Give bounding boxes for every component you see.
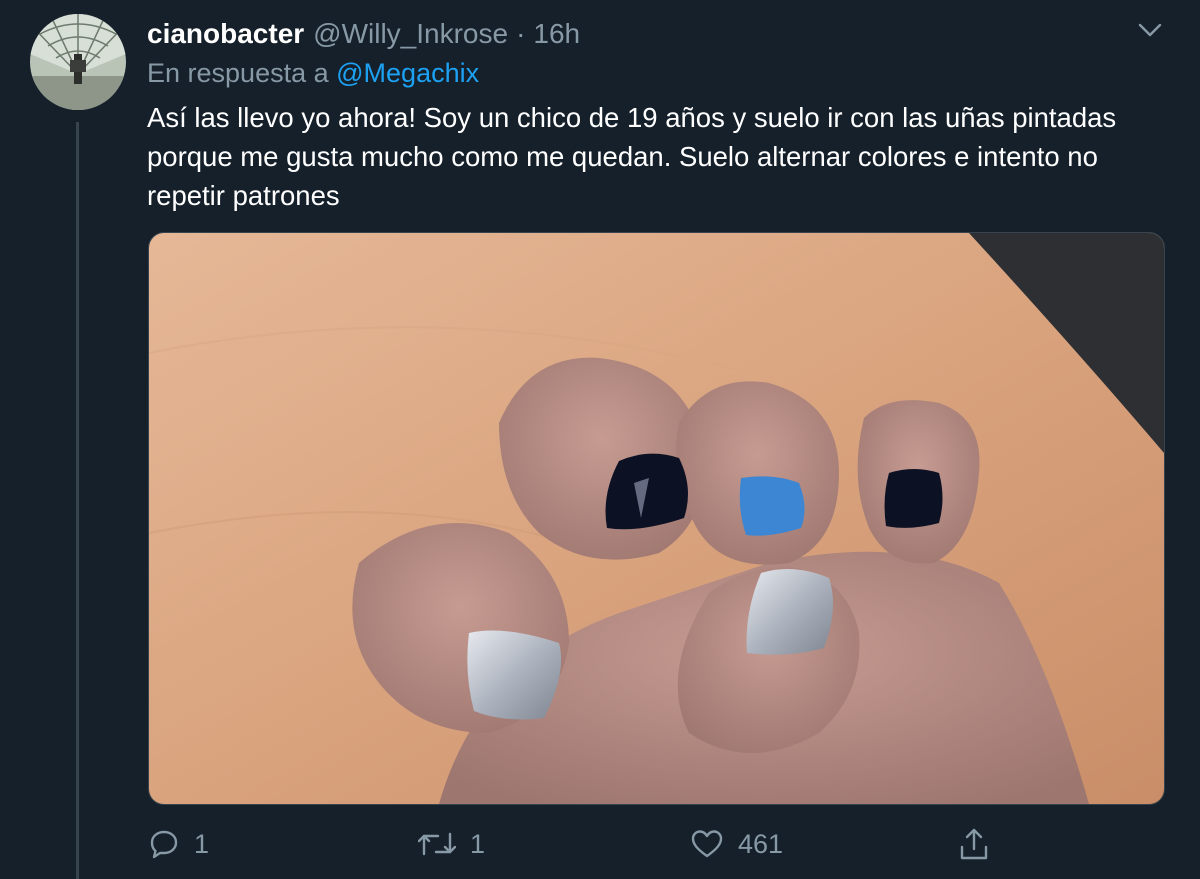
reply-context: En respuesta a @Megachix (147, 58, 479, 89)
retweet-button[interactable]: 1 (418, 820, 485, 868)
user-handle[interactable]: @Willy_Inkrose (313, 18, 508, 50)
thread-line (76, 122, 79, 879)
avatar[interactable] (30, 14, 126, 110)
reply-button[interactable]: 1 (148, 820, 209, 868)
share-icon (958, 827, 990, 861)
reply-prefix: En respuesta a (147, 58, 329, 88)
reply-count: 1 (194, 828, 210, 859)
reply-mention-link[interactable]: @Megachix (336, 58, 479, 88)
tweet-header: cianobacter @Willy_Inkrose · 16h (147, 15, 580, 53)
timestamp[interactable]: 16h (533, 18, 580, 50)
tweet-text: Así las llevo yo ahora! Soy un chico de … (147, 102, 1117, 211)
tweet: cianobacter @Willy_Inkrose · 16h En resp… (0, 0, 1200, 879)
share-button[interactable] (958, 820, 990, 868)
display-name[interactable]: cianobacter (147, 18, 304, 50)
retweet-count: 1 (470, 828, 486, 859)
retweet-icon (418, 828, 456, 860)
like-button[interactable]: 461 (690, 820, 783, 868)
tweet-photo[interactable] (148, 232, 1165, 805)
separator: · (516, 18, 526, 49)
heart-icon (690, 828, 724, 860)
like-count: 461 (738, 828, 784, 859)
chevron-down-icon[interactable] (1136, 20, 1164, 40)
action-bar: 1 1 461 (148, 820, 1198, 868)
speech-bubble-icon (148, 828, 180, 860)
